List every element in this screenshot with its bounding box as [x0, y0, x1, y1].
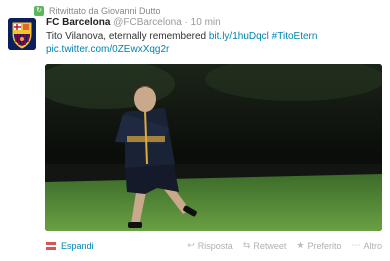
tweet-text: Tito Vilanova, eternally remembered bit.… [46, 30, 382, 56]
tweet-body-text: Tito Vilanova, eternally remembered [46, 31, 209, 42]
header-separator: · [184, 17, 188, 28]
tweet-media-photo[interactable] [45, 64, 382, 231]
tweet-hashtag[interactable]: #TitoEtern [272, 31, 318, 42]
favorite-label: Preferito [307, 240, 342, 251]
retweet-context: ↻ Ritwittato da Giovanni Dutto [34, 6, 161, 16]
retweet-context-text[interactable]: Ritwittato da Giovanni Dutto [49, 6, 161, 16]
more-button[interactable]: ⋯ Altro [351, 240, 382, 251]
retweet-button[interactable]: ⇆ Retweet [243, 240, 287, 251]
favorite-button[interactable]: ★ Preferito [296, 240, 341, 251]
author-handle[interactable]: @FCBarcelona [113, 17, 182, 28]
more-label: Altro [363, 240, 382, 251]
retweet-action-icon: ⇆ [242, 240, 251, 250]
fc-barcelona-crest-icon [8, 18, 36, 50]
tweet-header: FC Barcelona @FCBarcelona · 10 min [46, 17, 221, 28]
action-group: ↩ Risposta ⇆ Retweet ★ Preferito ⋯ Altro [187, 240, 382, 251]
reply-label: Risposta [197, 240, 233, 251]
tweet-pic-link[interactable]: pic.twitter.com/0ZEwxXqg2r [46, 44, 169, 55]
tweet-timestamp[interactable]: 10 min [191, 17, 221, 28]
tweet-actions: Espandi ↩ Risposta ⇆ Retweet ★ Preferito… [46, 240, 382, 251]
more-icon: ⋯ [351, 240, 361, 250]
reply-icon: ↩ [187, 240, 195, 250]
photo-image [45, 64, 382, 231]
expand-label: Espandi [61, 240, 94, 251]
tweet-link[interactable]: bit.ly/1huDqcl [209, 31, 269, 42]
star-icon: ★ [296, 240, 305, 250]
retweet-icon: ↻ [34, 6, 44, 16]
reply-button[interactable]: ↩ Risposta [187, 240, 233, 251]
expand-button[interactable]: Espandi [46, 241, 94, 251]
retweet-label: Retweet [253, 240, 287, 251]
avatar[interactable] [8, 18, 36, 50]
expand-icon [46, 241, 56, 250]
author-name[interactable]: FC Barcelona [46, 17, 110, 28]
